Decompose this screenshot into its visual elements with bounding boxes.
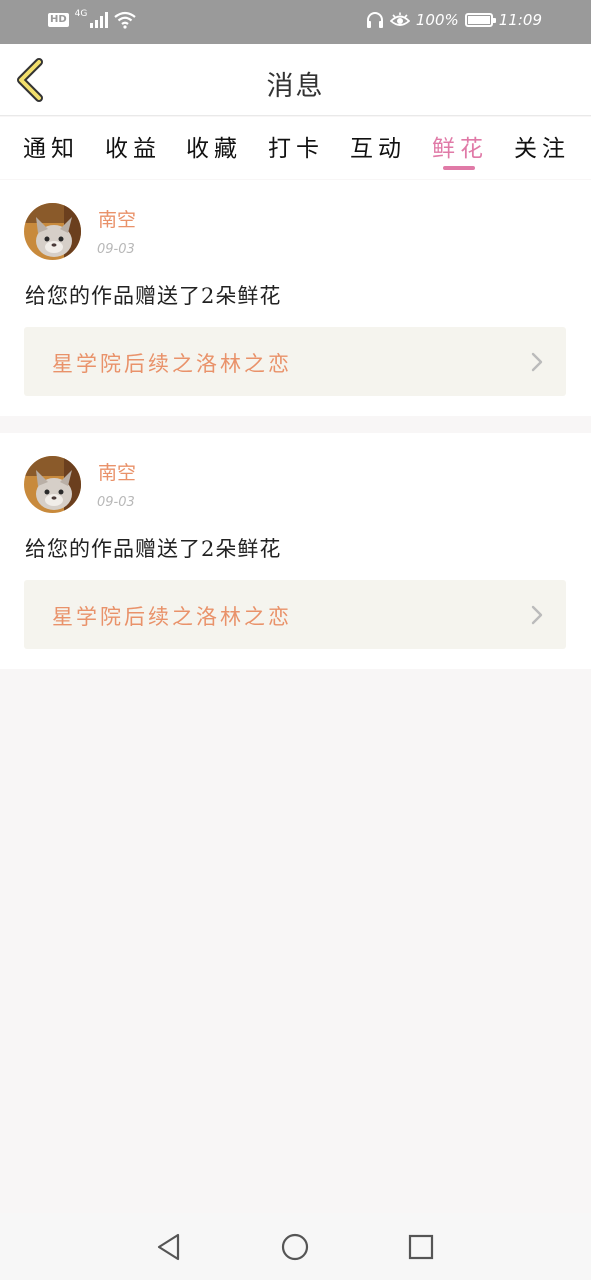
recents-square-icon[interactable] [406,1232,436,1262]
work-title: 星学院后续之洛林之恋 [52,352,292,376]
wifi-icon [114,11,137,29]
back-triangle-icon[interactable] [154,1232,184,1262]
active-tab-indicator [443,166,475,170]
chevron-right-icon [531,605,543,625]
battery-percent: 100% [415,11,459,29]
hd-badge: HD [48,13,69,27]
message-card: 南空 09-03 给您的作品赠送了2朵鲜花 星学院后续之洛林之恋 [0,180,591,416]
cat-avatar-icon [24,203,81,260]
signal-icon [90,12,109,28]
message-card: 南空 09-03 给您的作品赠送了2朵鲜花 星学院后续之洛林之恋 [0,433,591,669]
sender-name[interactable]: 南空 [98,458,136,485]
avatar[interactable] [24,456,81,513]
tab-favorites[interactable]: 收藏 [181,129,247,173]
message-date: 09-03 [97,495,135,510]
status-bar: HD 4G 100% 11:09 [0,0,591,44]
sender-name[interactable]: 南空 [98,205,136,232]
clock: 11:09 [498,11,542,29]
tab-bar: 通知 收益 收藏 打卡 互动 鲜花 关注 [0,117,591,179]
message-date: 09-03 [97,242,135,257]
home-circle-icon[interactable] [280,1232,310,1262]
page-title: 消息 [266,71,325,102]
message-text: 给您的作品赠送了2朵鲜花 [25,284,282,308]
battery-icon [464,13,496,27]
tab-earnings[interactable]: 收益 [100,129,166,173]
network-type: 4G [74,9,88,19]
message-text: 给您的作品赠送了2朵鲜花 [25,537,282,561]
status-left: HD 4G [48,9,137,29]
status-right: 100% 11:09 [366,11,542,29]
work-link[interactable]: 星学院后续之洛林之恋 [24,327,566,396]
work-link[interactable]: 星学院后续之洛林之恋 [24,580,566,649]
headphones-icon [366,12,383,28]
tab-notifications[interactable]: 通知 [18,129,84,173]
cat-avatar-icon [24,456,81,513]
work-title: 星学院后续之洛林之恋 [52,605,292,629]
tab-checkin[interactable]: 打卡 [263,129,329,173]
chevron-right-icon [531,352,543,372]
nav-header: 消息 [0,44,591,116]
tab-follows[interactable]: 关注 [509,129,575,173]
system-nav-bar [0,1213,591,1280]
avatar[interactable] [24,203,81,260]
tab-interactions[interactable]: 互动 [345,129,411,173]
eye-icon [389,12,410,26]
battery-fill [467,16,490,24]
